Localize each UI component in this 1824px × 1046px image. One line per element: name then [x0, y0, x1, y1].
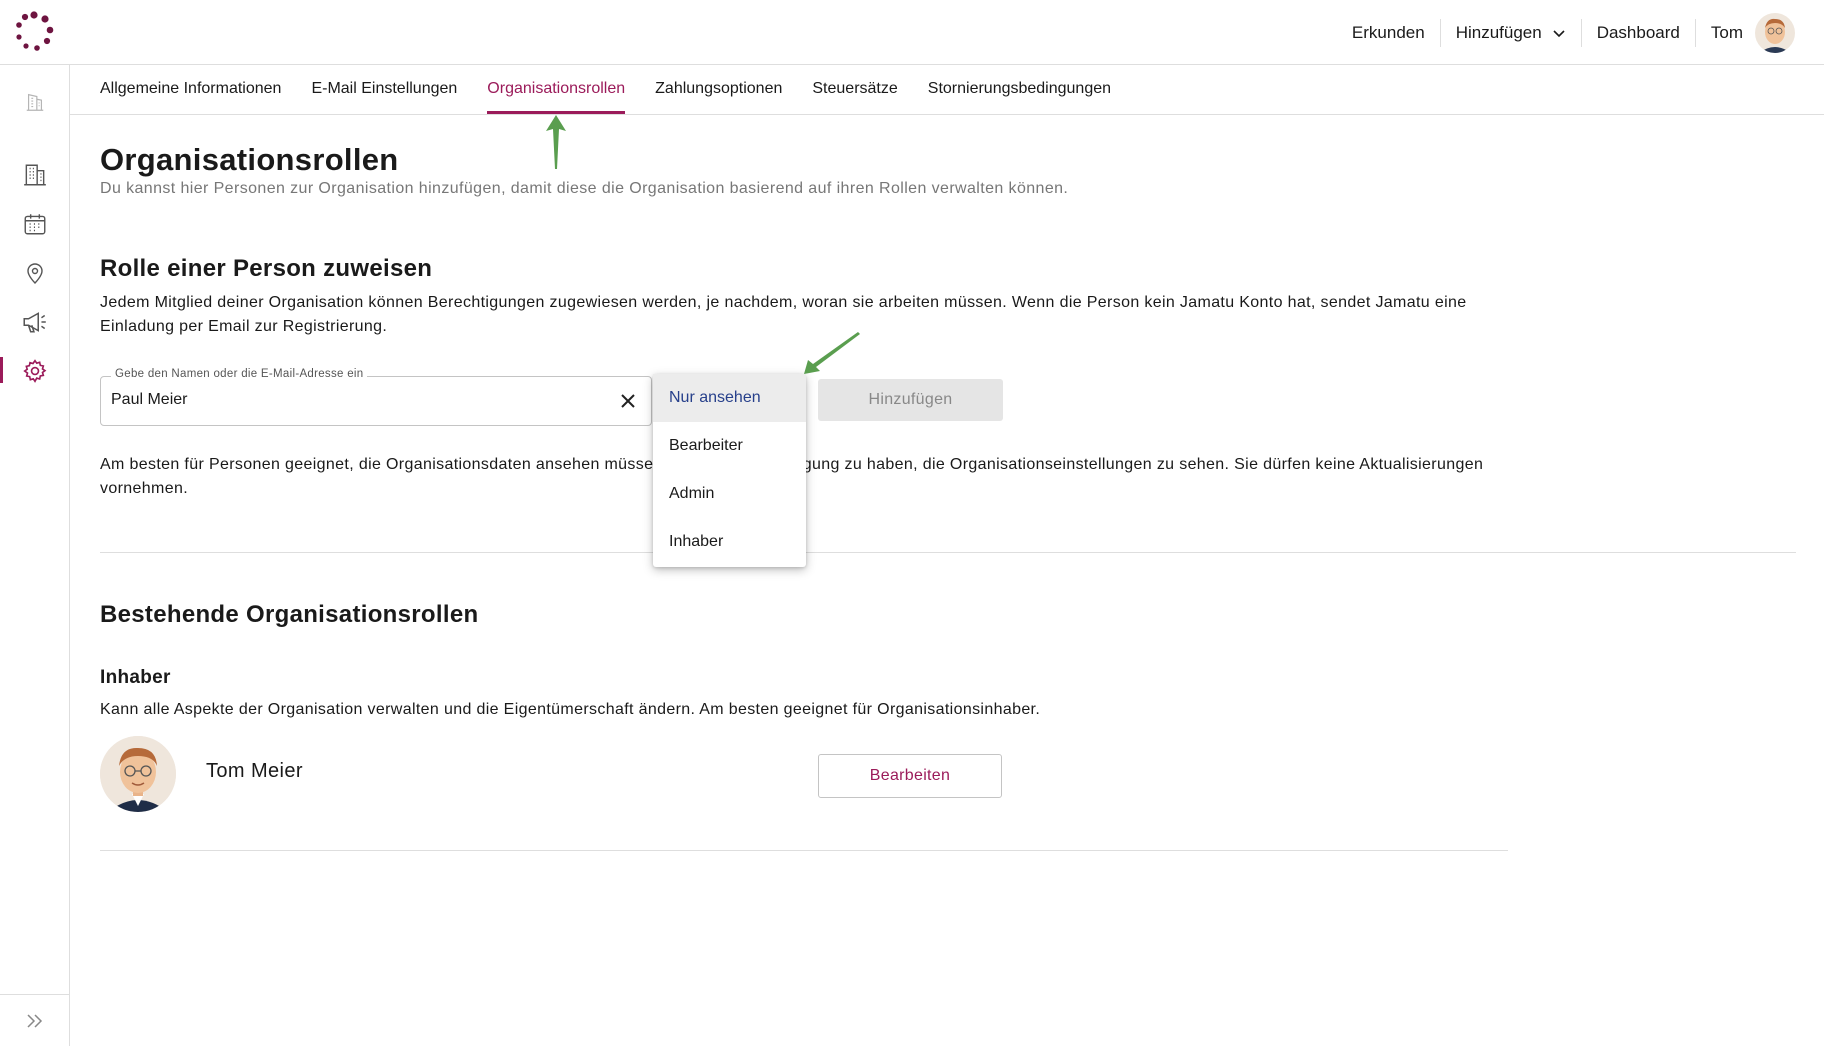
building-outline-icon[interactable] [20, 87, 50, 117]
double-chevron-right-icon [27, 1013, 43, 1028]
section-divider [100, 552, 1796, 553]
nav-add-menu[interactable]: Hinzufügen [1439, 18, 1581, 47]
annotation-arrow-diagonal-icon [804, 332, 860, 374]
role-title-owner: Inhaber [100, 667, 171, 688]
nav-user-menu[interactable]: Tom [1694, 12, 1810, 53]
tab-tax-rates[interactable]: Steuersätze [812, 64, 897, 114]
role-description-owner: Kann alle Aspekte der Organisation verwa… [100, 701, 1041, 718]
person-search-input[interactable] [111, 391, 591, 409]
user-avatar[interactable] [1755, 12, 1795, 53]
member-divider [100, 850, 1508, 851]
settings-gear-icon[interactable] [20, 356, 50, 386]
sidebar-active-indicator [0, 357, 3, 383]
member-avatar [100, 736, 176, 812]
add-button[interactable]: Hinzufügen [818, 379, 1003, 421]
clear-input-button[interactable] [617, 390, 639, 412]
tab-organization-roles[interactable]: Organisationsrollen [487, 64, 625, 114]
assign-role-heading: Rolle einer Person zuweisen [100, 255, 433, 282]
member-name: Tom Meier [206, 760, 303, 782]
megaphone-icon[interactable] [20, 307, 50, 337]
role-dropdown-menu: Nur ansehen Bearbeiter Admin Inhaber [653, 374, 806, 567]
sidebar [0, 65, 70, 1046]
role-option-admin[interactable]: Admin [653, 470, 806, 518]
person-search-label: Gebe den Namen oder die E-Mail-Adresse e… [111, 368, 368, 380]
settings-tabs: Allgemeine Informationen E-Mail Einstell… [70, 65, 1824, 115]
nav-user-label: Tom [1710, 22, 1743, 42]
nav-dashboard[interactable]: Dashboard [1580, 18, 1695, 47]
tab-general-information[interactable]: Allgemeine Informationen [100, 64, 281, 114]
page-title: Organisationsrollen [100, 142, 399, 177]
chevron-down-icon [1553, 29, 1565, 37]
page-subtitle: Du kannst hier Personen zur Organisation… [100, 180, 1069, 197]
person-search-field[interactable]: Gebe den Namen oder die E-Mail-Adresse e… [100, 368, 652, 426]
tab-cancellation-policies[interactable]: Stornierungsbedingungen [928, 64, 1111, 114]
role-option-view-only[interactable]: Nur ansehen [653, 374, 806, 422]
location-pin-icon[interactable] [20, 258, 50, 288]
nav-explore[interactable]: Erkunden [1337, 19, 1440, 47]
role-option-owner[interactable]: Inhaber [653, 518, 806, 566]
building-icon[interactable] [20, 160, 50, 190]
annotation-arrow-up-icon [546, 115, 566, 169]
tab-email-settings[interactable]: E-Mail Einstellungen [311, 64, 457, 114]
existing-roles-heading: Bestehende Organisationsrollen [100, 601, 479, 628]
sidebar-expand-button[interactable] [0, 994, 70, 1046]
app-logo[interactable] [12, 10, 56, 54]
calendar-icon[interactable] [20, 209, 50, 239]
top-navigation: Erkunden Hinzufügen Dashboard Tom [1337, 0, 1810, 65]
tab-payment-options[interactable]: Zahlungsoptionen [655, 64, 782, 114]
close-icon [621, 394, 635, 408]
nav-add-label: Hinzufügen [1455, 22, 1542, 42]
nav-explore-label: Erkunden [1351, 22, 1425, 42]
role-option-editor[interactable]: Bearbeiter [653, 422, 806, 470]
top-bar: Erkunden Hinzufügen Dashboard Tom [0, 0, 1824, 65]
nav-dashboard-label: Dashboard [1596, 22, 1680, 42]
edit-member-button[interactable]: Bearbeiten [818, 754, 1002, 798]
